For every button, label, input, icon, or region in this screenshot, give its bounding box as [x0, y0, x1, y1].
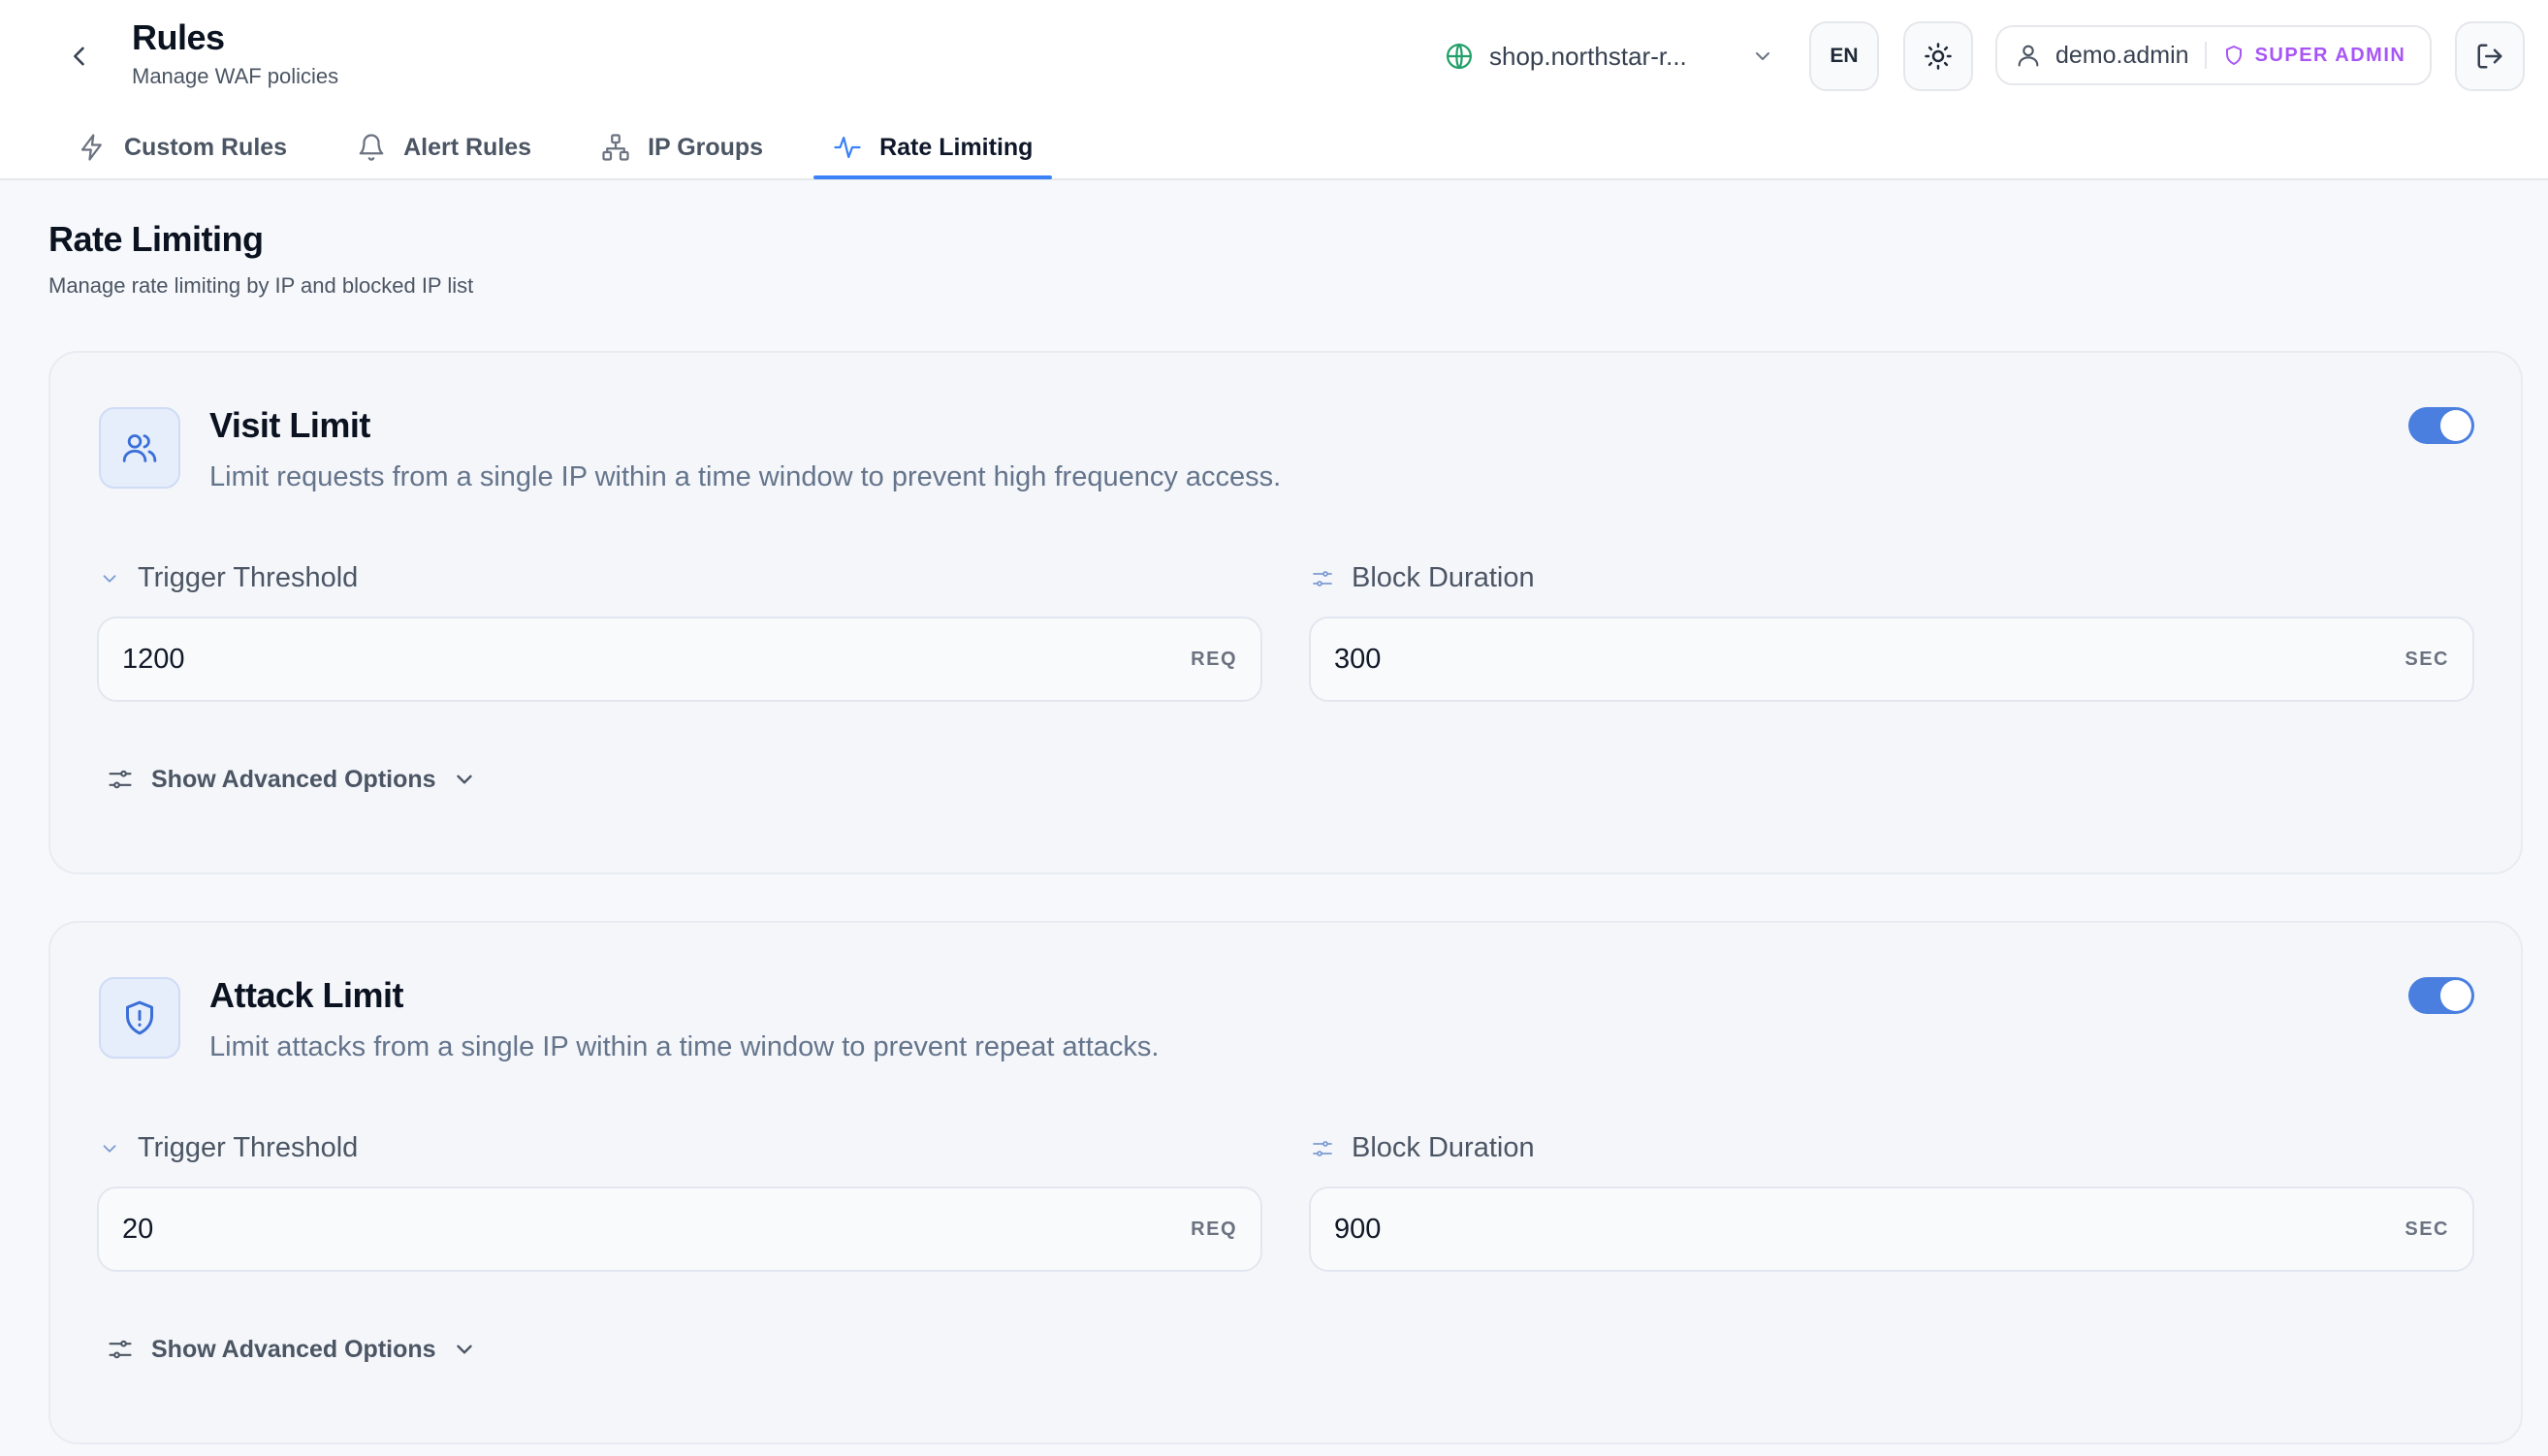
chevron-down-icon [1756, 52, 1769, 60]
app-header: Rules Manage WAF policies shop.northstar… [0, 0, 2548, 180]
domain-selector[interactable]: shop.northstar-r... [1445, 29, 1774, 83]
advanced-options-label: Show Advanced Options [151, 765, 436, 793]
theme-toggle-button[interactable] [1903, 21, 1973, 91]
attack-limit-toggle[interactable] [2408, 977, 2474, 1014]
shield-alert-icon [126, 1000, 153, 1035]
toggle-knob [2440, 410, 2471, 441]
page-subtitle: Manage WAF policies [132, 64, 339, 88]
sun-icon [1925, 43, 1952, 70]
sliders-icon [1313, 570, 1332, 586]
unit-label: SEC [2405, 1218, 2449, 1240]
rules-tabs: Custom Rules Alert Rules IP Groups Rate … [58, 116, 1083, 180]
tab-label: IP Groups [648, 133, 764, 161]
back-button[interactable] [58, 35, 101, 78]
chevron-down-icon [456, 1345, 472, 1354]
section-subtitle: Manage rate limiting by IP and blocked I… [48, 273, 474, 298]
input-value: 900 [1334, 1213, 1382, 1245]
logout-icon [2477, 44, 2502, 69]
card-description: Limit requests from a single IP within a… [209, 461, 1282, 492]
tab-rate-limiting[interactable]: Rate Limiting [813, 116, 1053, 179]
tab-label: Alert Rules [403, 133, 532, 161]
trigger-threshold-label: Trigger Threshold [99, 562, 358, 594]
unit-label: SEC [2405, 648, 2449, 670]
show-advanced-options-button[interactable]: Show Advanced Options [107, 1330, 477, 1369]
user-icon [2018, 45, 2039, 67]
label-text: Block Duration [1352, 1132, 1535, 1163]
tab-ip-groups[interactable]: IP Groups [582, 116, 782, 178]
attack-limit-card: Attack Limit Limit attacks from a single… [48, 921, 2523, 1444]
user-menu-divider [2204, 42, 2207, 69]
block-duration-label: Block Duration [1311, 1132, 1535, 1164]
users-icon [122, 434, 157, 462]
card-description: Limit attacks from a single IP within a … [209, 1031, 1160, 1062]
sliders-icon [109, 1340, 132, 1359]
section-title: Rate Limiting [48, 219, 264, 259]
globe-icon [1447, 44, 1472, 69]
network-icon [602, 134, 629, 161]
advanced-options-label: Show Advanced Options [151, 1335, 436, 1363]
card-icon-box [99, 977, 180, 1059]
input-value: 20 [122, 1213, 154, 1245]
unit-label: REQ [1191, 648, 1237, 670]
language-button[interactable]: EN [1809, 21, 1879, 91]
trigger-threshold-label: Trigger Threshold [99, 1132, 358, 1164]
domain-selector-value: shop.northstar-r... [1489, 41, 1687, 71]
card-title: Visit Limit [209, 405, 370, 445]
card-icon-box [99, 407, 180, 489]
toggle-knob [2440, 980, 2471, 1011]
user-menu[interactable]: demo.admin SUPER ADMIN [1995, 25, 2432, 85]
label-text: Block Duration [1352, 562, 1535, 593]
trigger-threshold-input[interactable]: 20 REQ [97, 1187, 1262, 1272]
visit-limit-card: Visit Limit Limit requests from a single… [48, 351, 2523, 874]
tab-label: Rate Limiting [879, 133, 1034, 161]
tab-alert-rules[interactable]: Alert Rules [337, 116, 551, 178]
show-advanced-options-button[interactable]: Show Advanced Options [107, 760, 477, 799]
card-title: Attack Limit [209, 975, 404, 1015]
chevron-down-icon [103, 574, 116, 583]
input-value: 300 [1334, 643, 1382, 675]
bell-icon [359, 134, 384, 161]
sliders-icon [1313, 1140, 1332, 1156]
user-name: demo.admin [2055, 41, 2189, 69]
block-duration-input[interactable]: 300 SEC [1309, 617, 2474, 702]
tab-custom-rules[interactable]: Custom Rules [58, 116, 306, 178]
tab-label: Custom Rules [124, 133, 288, 161]
trigger-threshold-input[interactable]: 1200 REQ [97, 617, 1262, 702]
page-title: Rules [132, 17, 225, 57]
role-badge: SUPER ADMIN [2222, 44, 2406, 67]
label-text: Trigger Threshold [138, 1132, 359, 1163]
page-heading: Rules Manage WAF policies [132, 17, 338, 89]
block-duration-label: Block Duration [1311, 562, 1535, 594]
activity-icon [834, 136, 861, 159]
chevron-down-icon [103, 1144, 116, 1153]
input-value: 1200 [122, 643, 185, 675]
unit-label: REQ [1191, 1218, 1237, 1240]
chevron-down-icon [456, 775, 472, 784]
sliders-icon [109, 770, 132, 789]
shield-icon [2225, 46, 2242, 65]
block-duration-input[interactable]: 900 SEC [1309, 1187, 2474, 1272]
label-text: Trigger Threshold [138, 562, 359, 593]
zap-icon [80, 134, 102, 161]
logout-button[interactable] [2455, 21, 2525, 91]
role-badge-label: SUPER ADMIN [2254, 44, 2406, 66]
main-content: Rate Limiting Manage rate limiting by IP… [0, 180, 2548, 1456]
visit-limit-toggle[interactable] [2408, 407, 2474, 444]
chevron-left-icon [74, 47, 84, 66]
